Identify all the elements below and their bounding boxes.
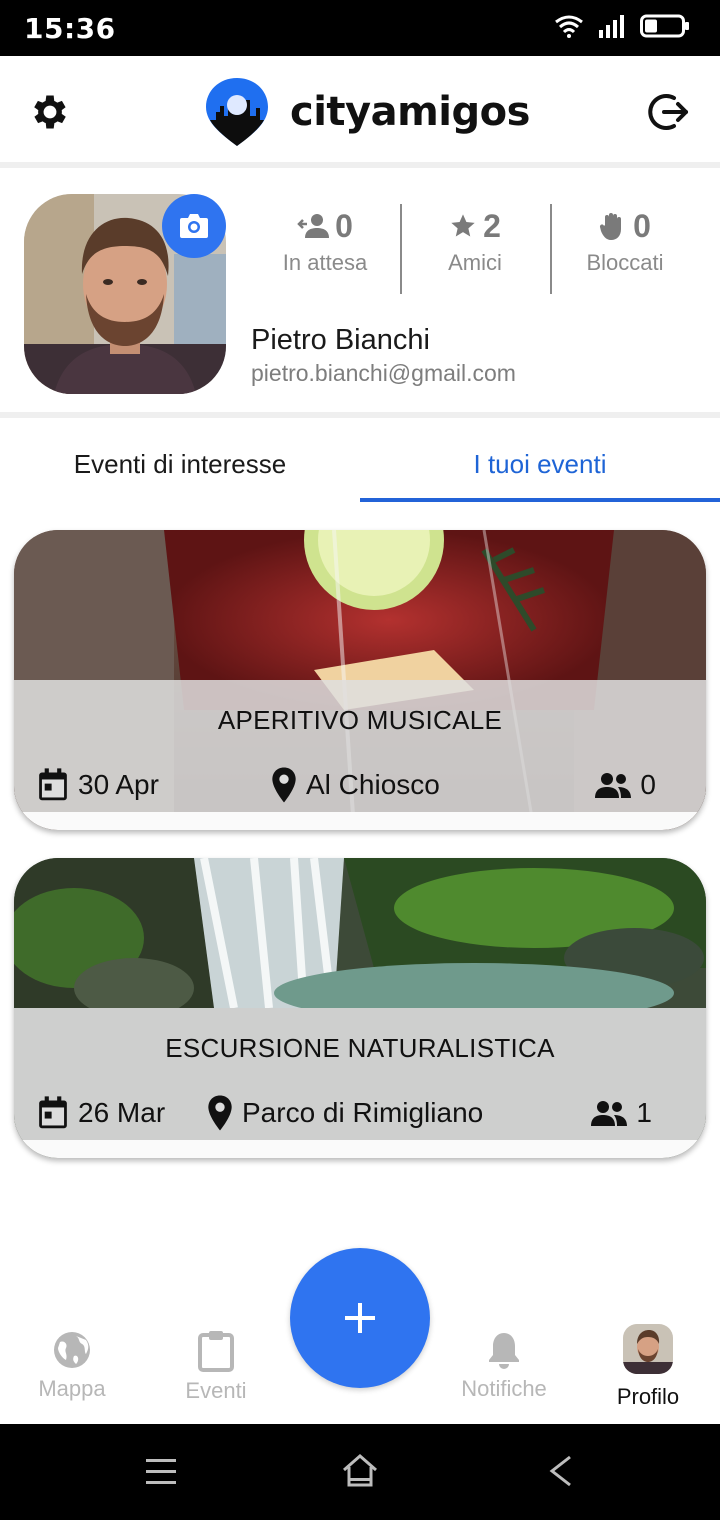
menu-icon[interactable] (144, 1456, 178, 1488)
tab-my-events[interactable]: I tuoi eventi (360, 424, 720, 504)
event-participants-count: 1 (636, 1097, 652, 1128)
hand-icon (600, 213, 622, 240)
change-photo-button[interactable] (162, 194, 226, 258)
stat-pending-label: In attesa (282, 250, 368, 275)
app-header: cityamigos (0, 56, 720, 168)
stat-blocked-value: 0 (633, 207, 651, 244)
event-date-text: 30 Apr (78, 769, 159, 800)
card-bottom-edge (14, 1140, 706, 1158)
user-name: Pietro Bianchi (251, 324, 430, 356)
friend-stats: 0 In attesa 2 Amici 0 Bloccati (250, 204, 700, 294)
gear-icon[interactable] (28, 90, 72, 134)
status-time: 15:36 (24, 12, 116, 45)
nav-notifications-label: Notifiche (461, 1376, 547, 1401)
nav-map-label: Mappa (38, 1376, 106, 1401)
stat-pending-value: 0 (335, 207, 353, 244)
event-tabs: Eventi di interesse I tuoi eventi (0, 424, 720, 504)
add-event-button[interactable] (290, 1248, 430, 1388)
camera-icon (180, 214, 208, 238)
brand-name: cityamigos (290, 89, 530, 135)
event-participants: 0 (594, 760, 656, 810)
group-icon (595, 773, 632, 798)
stat-blocked-label: Bloccati (586, 250, 664, 275)
nav-profile[interactable]: Profilo (576, 1306, 720, 1424)
home-icon[interactable] (341, 1452, 379, 1488)
nav-profile-label: Profilo (616, 1384, 680, 1409)
bell-icon (489, 1333, 519, 1369)
active-tab-indicator (360, 498, 720, 502)
stat-blocked[interactable]: 0 Bloccati (550, 204, 700, 294)
logout-icon[interactable] (648, 90, 692, 134)
stat-friends-label: Amici (448, 250, 502, 275)
event-place-text: Al Chiosco (306, 769, 440, 800)
wifi-icon (555, 15, 583, 38)
group-icon (591, 1101, 628, 1126)
event-place-text: Parco di Rimigliano (242, 1097, 484, 1128)
event-date: 30 Apr (36, 760, 159, 810)
nav-events-label: Eventi (185, 1378, 247, 1403)
avatar (623, 1324, 673, 1374)
event-card[interactable]: ESCURSIONE NATURALISTICA 26 Mar Parco di… (14, 858, 706, 1158)
event-participants: 1 (590, 1088, 652, 1138)
nav-notifications[interactable]: Notifiche (432, 1306, 576, 1424)
event-place: Parco di Rimigliano (206, 1088, 483, 1138)
logo-icon (206, 78, 268, 146)
globe-icon (54, 1332, 90, 1368)
location-pin-icon (208, 1095, 232, 1131)
user-email: pietro.bianchi@gmail.com (251, 360, 516, 386)
plus-icon (345, 1303, 375, 1333)
event-title: ESCURSIONE NATURALISTICA (165, 1032, 555, 1063)
system-navigation-bar (0, 1424, 720, 1520)
event-participants-count: 0 (640, 769, 656, 800)
nav-map[interactable]: Mappa (0, 1306, 144, 1424)
nav-events[interactable]: Eventi (144, 1306, 288, 1424)
pending-user-icon (297, 214, 330, 238)
card-bottom-edge (14, 812, 706, 830)
stat-friends-value: 2 (483, 207, 501, 244)
clipboard-icon (198, 1331, 234, 1372)
event-date-text: 26 Mar (78, 1097, 166, 1128)
tab-interested-events[interactable]: Eventi di interesse (0, 424, 360, 504)
calendar-icon (39, 768, 67, 801)
stat-pending[interactable]: 0 In attesa (250, 204, 400, 294)
battery-icon (640, 14, 689, 38)
status-icons (554, 14, 690, 38)
location-pin-icon (272, 767, 296, 803)
calendar-icon (39, 1096, 67, 1129)
signal-icon (599, 15, 624, 38)
event-date: 26 Mar (36, 1088, 165, 1138)
event-place: Al Chiosco (270, 760, 440, 810)
status-bar: 15:36 (0, 0, 720, 56)
stat-friends[interactable]: 2 Amici (400, 204, 550, 294)
brand: cityamigos (204, 76, 530, 148)
profile-section: 0 In attesa 2 Amici 0 Bloccati Pietro Bi… (0, 174, 720, 418)
event-title: APERITIVO MUSICALE (217, 704, 503, 735)
event-card[interactable]: APERITIVO MUSICALE 30 Apr Al Chiosco 0 (14, 530, 706, 830)
back-icon[interactable] (546, 1454, 576, 1488)
star-icon (451, 214, 475, 237)
